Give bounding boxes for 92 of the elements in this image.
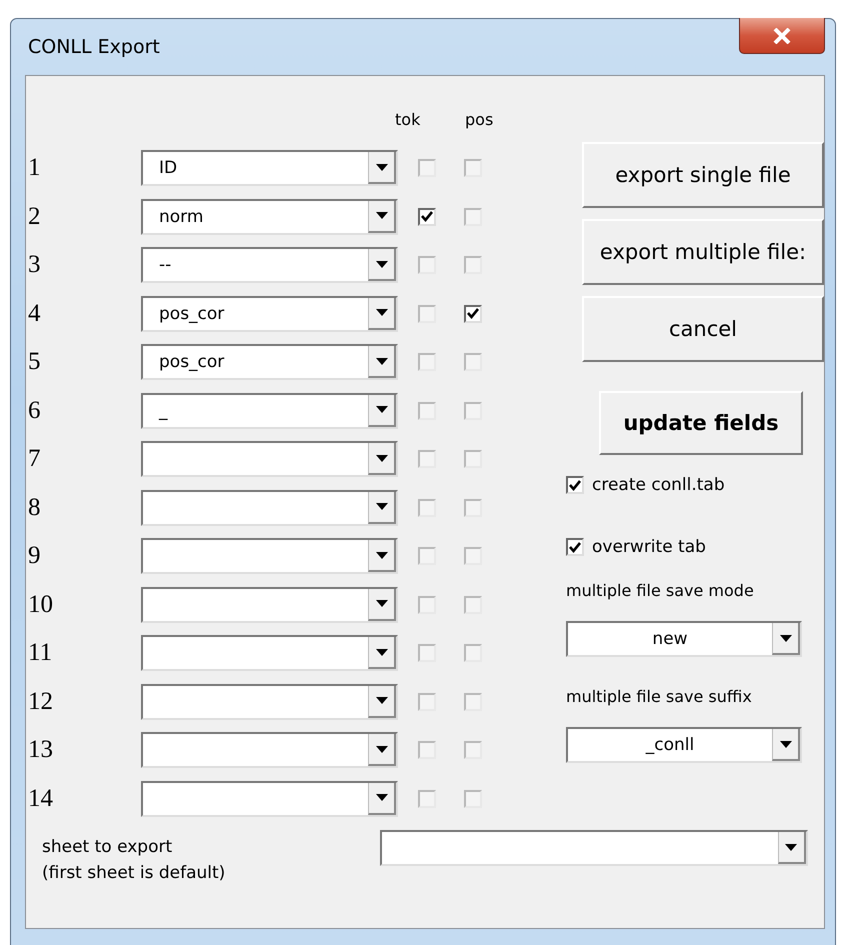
checkbox[interactable] bbox=[418, 790, 436, 808]
caret-icon[interactable] bbox=[368, 588, 396, 621]
action-button[interactable]: export multiple file: bbox=[582, 219, 824, 285]
row-number: 4 bbox=[28, 300, 42, 328]
caret-icon[interactable] bbox=[368, 782, 396, 815]
checkbox-label[interactable]: create conll.tab bbox=[592, 475, 725, 495]
caret-icon[interactable] bbox=[368, 443, 396, 476]
checkbox[interactable] bbox=[418, 402, 436, 420]
field-label: sheet to export (first sheet is default) bbox=[42, 836, 226, 885]
checkbox[interactable] bbox=[464, 498, 482, 517]
column-header: pos bbox=[465, 110, 494, 129]
checkbox[interactable] bbox=[464, 208, 482, 226]
field-dropdown[interactable]: norm bbox=[141, 198, 398, 235]
field-label: multiple file save suffix bbox=[566, 687, 752, 708]
caret-icon[interactable] bbox=[772, 729, 800, 761]
close-button[interactable] bbox=[739, 18, 825, 54]
action-button[interactable]: export single file bbox=[582, 142, 824, 208]
checkbox[interactable] bbox=[418, 159, 436, 178]
window-title: CONLL Export bbox=[28, 36, 160, 58]
column-header: tok bbox=[395, 110, 422, 129]
caret-icon[interactable] bbox=[368, 200, 396, 233]
checkbox[interactable] bbox=[418, 353, 436, 372]
caret-icon[interactable] bbox=[368, 152, 396, 184]
field-dropdown[interactable] bbox=[141, 538, 398, 574]
row-number: 1 bbox=[28, 154, 42, 182]
field-dropdown[interactable]: _ bbox=[141, 392, 398, 429]
caret-icon[interactable] bbox=[368, 540, 396, 572]
field-dropdown[interactable] bbox=[141, 635, 398, 672]
caret-icon[interactable] bbox=[368, 249, 396, 282]
checkbox[interactable] bbox=[464, 741, 482, 760]
suffix-dropdown[interactable]: _conll bbox=[566, 727, 802, 763]
close-icon bbox=[773, 28, 791, 44]
row-number: 13 bbox=[28, 736, 54, 764]
checkbox[interactable] bbox=[418, 208, 436, 226]
field-label: multiple file save mode bbox=[566, 581, 754, 602]
field-dropdown[interactable] bbox=[141, 732, 398, 768]
field-dropdown[interactable] bbox=[141, 490, 398, 526]
caret-icon[interactable] bbox=[368, 734, 396, 766]
row-number: 11 bbox=[28, 639, 54, 668]
caret-icon[interactable] bbox=[368, 346, 396, 378]
caret-icon[interactable] bbox=[368, 298, 396, 330]
field-dropdown[interactable]: -- bbox=[141, 247, 398, 284]
row-number: 14 bbox=[28, 784, 54, 813]
checkbox[interactable] bbox=[418, 256, 436, 274]
field-dropdown[interactable]: pos_cor bbox=[141, 296, 398, 332]
checkbox[interactable] bbox=[566, 538, 584, 556]
checkbox-label[interactable]: overwrite tab bbox=[592, 537, 706, 557]
checkbox[interactable] bbox=[566, 476, 584, 494]
checkbox[interactable] bbox=[464, 402, 482, 420]
checkbox[interactable] bbox=[464, 304, 482, 323]
checkbox[interactable] bbox=[464, 790, 482, 808]
checkbox[interactable] bbox=[464, 353, 482, 372]
checkbox[interactable] bbox=[418, 450, 436, 468]
field-dropdown[interactable]: ID bbox=[141, 150, 398, 186]
checkbox[interactable] bbox=[418, 304, 436, 323]
row-number: 9 bbox=[28, 542, 42, 570]
caret-icon[interactable] bbox=[368, 686, 396, 718]
caret-icon[interactable] bbox=[772, 623, 800, 655]
caret-icon[interactable] bbox=[778, 832, 806, 864]
action-button[interactable]: cancel bbox=[582, 296, 824, 362]
checkbox[interactable] bbox=[464, 159, 482, 178]
checkbox[interactable] bbox=[464, 256, 482, 274]
field-dropdown[interactable] bbox=[141, 780, 398, 817]
field-dropdown[interactable] bbox=[141, 441, 398, 478]
row-number: 12 bbox=[28, 688, 54, 716]
caret-icon[interactable] bbox=[368, 394, 396, 427]
row-number: 6 bbox=[28, 396, 42, 425]
field-dropdown[interactable]: pos_cor bbox=[141, 344, 398, 380]
checkbox[interactable] bbox=[418, 547, 436, 566]
checkbox[interactable] bbox=[418, 596, 436, 614]
checkbox[interactable] bbox=[418, 644, 436, 662]
caret-icon[interactable] bbox=[368, 637, 396, 670]
checkbox[interactable] bbox=[464, 692, 482, 711]
checkbox[interactable] bbox=[464, 644, 482, 662]
checkbox[interactable] bbox=[464, 547, 482, 566]
row-number: 7 bbox=[28, 445, 42, 474]
row-number: 5 bbox=[28, 348, 42, 376]
field-dropdown[interactable] bbox=[141, 684, 398, 720]
sheet-dropdown[interactable] bbox=[380, 830, 808, 866]
row-number: 3 bbox=[28, 251, 42, 280]
checkbox[interactable] bbox=[418, 498, 436, 517]
row-number: 10 bbox=[28, 590, 54, 619]
update-button[interactable]: update fields bbox=[599, 391, 803, 455]
field-dropdown[interactable] bbox=[141, 586, 398, 623]
checkbox[interactable] bbox=[418, 692, 436, 711]
mode-dropdown[interactable]: new bbox=[566, 621, 802, 657]
checkbox[interactable] bbox=[464, 596, 482, 614]
row-number: 2 bbox=[28, 202, 42, 231]
caret-icon[interactable] bbox=[368, 492, 396, 524]
row-number: 8 bbox=[28, 494, 42, 522]
checkbox[interactable] bbox=[464, 450, 482, 468]
checkbox[interactable] bbox=[418, 741, 436, 760]
